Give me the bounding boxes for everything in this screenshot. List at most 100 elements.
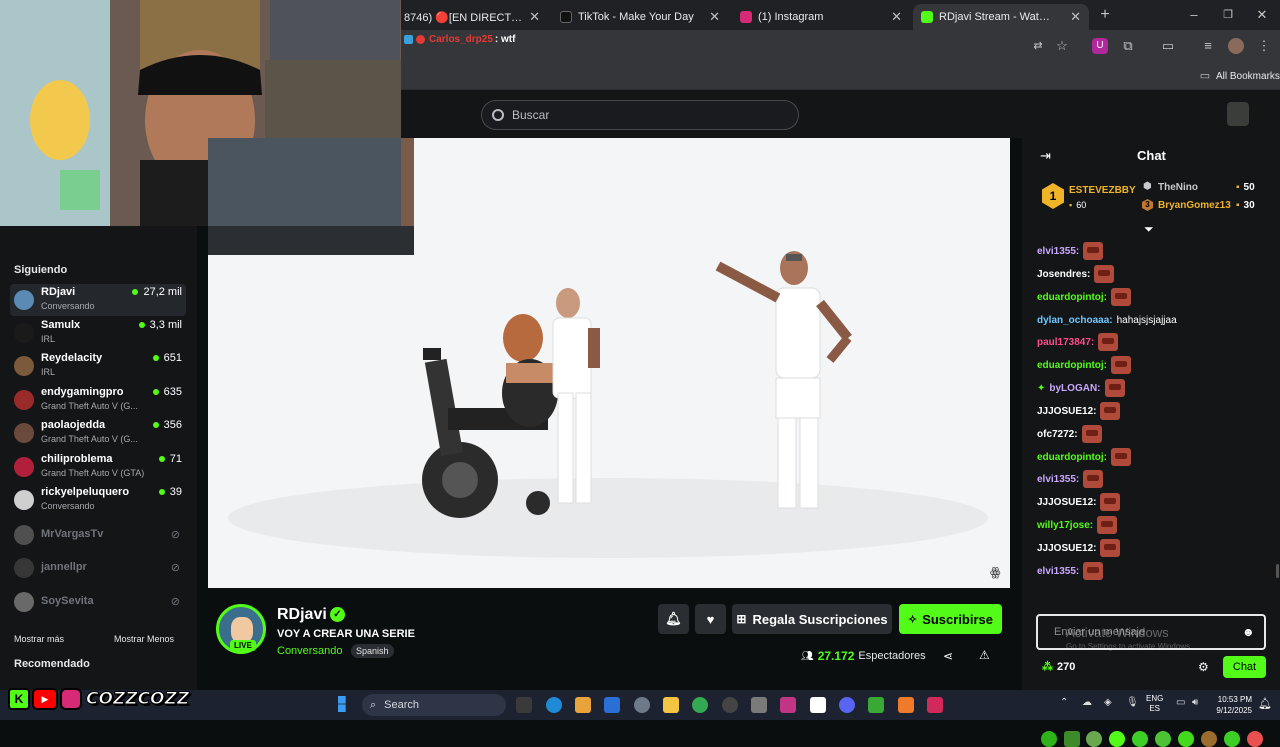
emoji-picker-icon[interactable]: ☻ [1242, 625, 1255, 639]
channel-points[interactable]: ⁂ 270 [1042, 660, 1075, 674]
leaderboard-3-name[interactable]: BryanGomez13 [1158, 200, 1231, 211]
media-icon[interactable]: ≡ [1200, 38, 1216, 54]
chat-username[interactable]: eduardopintoj: [1037, 452, 1107, 463]
input-language[interactable]: ENG ES [1146, 694, 1163, 714]
obs-icon[interactable] [722, 697, 738, 713]
tab-youtube[interactable]: 8746) 🔴[EN DIRECTO] - OVI vs B ✕ [396, 4, 548, 30]
store-icon[interactable] [604, 697, 620, 713]
close-tab-icon[interactable]: ✕ [1070, 9, 1081, 25]
close-window-icon[interactable]: ✕ [1254, 7, 1270, 23]
notification-bell-icon[interactable]: 🔔︎ [1258, 697, 1272, 710]
extensions-puzzle-icon[interactable]: ⧉ [1120, 38, 1136, 54]
stream-category[interactable]: Conversando [277, 645, 342, 657]
chat-filter-icon[interactable]: ⏷ [1144, 222, 1154, 237]
new-tab-icon[interactable]: + [1097, 7, 1113, 23]
chat-scrollbar[interactable] [1276, 564, 1279, 578]
windows-start-icon[interactable] [338, 696, 346, 712]
tab-tiktok[interactable]: TikTok - Make Your Day ✕ [552, 4, 728, 30]
chat-message-input[interactable]: Enviar un mensaje Activate Windows Go to… [1036, 614, 1266, 651]
settings-icon[interactable] [634, 697, 650, 713]
show-less-button[interactable]: Mostrar Menos [114, 634, 174, 644]
close-tab-icon[interactable]: ✕ [709, 9, 720, 25]
leaderboard-1-name[interactable]: ESTEVEZBBY [1069, 185, 1136, 196]
chat-username[interactable]: elvi1355: [1037, 246, 1079, 257]
gift-subs-button[interactable]: ⊞ Regala Suscripciones [732, 604, 892, 634]
chat-username[interactable]: elvi1355: [1037, 566, 1079, 577]
subscribe-button[interactable]: ✧ Suscribirse [899, 604, 1002, 634]
tiktok-app-icon[interactable] [927, 697, 943, 713]
copilot-icon[interactable] [575, 697, 591, 713]
network-icon[interactable]: ▭ [1176, 697, 1192, 713]
tab-instagram[interactable]: (1) Instagram ✕ [732, 4, 910, 30]
sidebar-channel-endygamingpro[interactable]: endygamingpro Grand Theft Auto V (G... 635 [10, 384, 186, 416]
user-avatar[interactable] [1227, 102, 1249, 126]
emote-8-icon[interactable] [1201, 731, 1217, 747]
chat-username[interactable]: Josendres: [1037, 269, 1090, 280]
chat-username[interactable]: elvi1355: [1037, 474, 1079, 485]
onedrive-icon[interactable]: ☁ [1082, 697, 1098, 713]
microphone-icon[interactable]: 🎙︎ [1126, 697, 1142, 713]
extension-u-icon[interactable]: U [1092, 38, 1108, 54]
bookmark-star-icon[interactable]: ☆ [1054, 38, 1070, 54]
report-warning-icon[interactable]: ⚠ [979, 648, 990, 662]
close-tab-icon[interactable]: ✕ [529, 9, 540, 25]
chat-username[interactable]: JJJOSUE12: [1037, 497, 1096, 508]
minecraft-icon[interactable] [868, 697, 884, 713]
emote-7-icon[interactable] [1178, 731, 1194, 747]
send-chat-button[interactable]: Chat [1223, 656, 1266, 678]
emote-4-icon[interactable] [1109, 731, 1125, 747]
chat-username[interactable]: ofc7272: [1037, 429, 1078, 440]
sidebar-offline-channel[interactable]: MrVargasTv ⊘ [10, 519, 186, 551]
language-tag[interactable]: Spanish [351, 644, 394, 658]
streamer-name[interactable]: RDjavi [277, 606, 327, 624]
emote-3-icon[interactable] [1086, 731, 1102, 747]
chat-username[interactable]: willy17jose: [1037, 520, 1093, 531]
more-menu-icon[interactable]: ⋮ [1256, 38, 1272, 54]
chat-username[interactable]: byLOGAN: [1049, 383, 1100, 394]
all-bookmarks-label[interactable]: All Bookmarks [1216, 71, 1280, 82]
instagram-app-icon[interactable] [780, 697, 796, 713]
collapse-chat-icon[interactable]: ⇥ [1040, 148, 1051, 164]
show-more-button[interactable]: Mostrar más [14, 634, 64, 644]
emote-5-icon[interactable] [1132, 731, 1148, 747]
app-a-icon[interactable] [898, 697, 914, 713]
sidebar-channel-samulx[interactable]: Samulx IRL 3,3 mil [10, 317, 186, 349]
notification-bell-button[interactable]: 🔔︎ [658, 604, 689, 634]
chat-username[interactable]: JJJOSUE12: [1037, 406, 1096, 417]
sidebar-channel-rickyelpeluquero[interactable]: rickyelpeluquero Conversando 39 [10, 484, 186, 516]
emote-10-icon[interactable] [1247, 731, 1263, 747]
cast-icon[interactable]: ▭ [1160, 38, 1176, 54]
chrome-icon[interactable] [692, 697, 708, 713]
close-tab-icon[interactable]: ✕ [891, 9, 902, 25]
profile-avatar-icon[interactable] [1228, 38, 1244, 54]
tab-kick-active[interactable]: RDjavi Stream - Watch Live on ✕ [913, 4, 1089, 30]
restore-icon[interactable]: ❐ [1220, 7, 1236, 23]
sidebar-channel-rdjavi[interactable]: RDjavi Conversando 27,2 mil [10, 284, 186, 316]
emote-6-icon[interactable] [1155, 731, 1171, 747]
chat-username[interactable]: paul173847: [1037, 337, 1094, 348]
chat-settings-gear-icon[interactable]: ⚙ [1198, 660, 1209, 674]
windows-security-icon[interactable]: ◈ [1104, 697, 1120, 713]
clock[interactable]: 10:53 PM 9/12/2025 [1208, 694, 1252, 716]
edge-icon[interactable] [546, 697, 562, 713]
snipping-tool-icon[interactable] [751, 697, 767, 713]
capcut-icon[interactable] [810, 697, 826, 713]
sidebar-channel-paolaojedda[interactable]: paolaojedda Grand Theft Auto V (G... 356 [10, 417, 186, 449]
chat-username[interactable]: JJJOSUE12: [1037, 543, 1096, 554]
emote-9-icon[interactable] [1224, 731, 1240, 747]
taskbar-search-box[interactable]: ⌕ Search [362, 694, 506, 716]
emote-2-icon[interactable] [1064, 731, 1080, 747]
follow-heart-button[interactable]: ♥ [695, 604, 726, 634]
emote-1-icon[interactable] [1041, 731, 1057, 747]
translate-icon[interactable]: ⇄ [1030, 38, 1046, 54]
chat-username[interactable]: eduardopintoj: [1037, 292, 1107, 303]
task-view-icon[interactable] [516, 697, 532, 713]
search-input[interactable]: Buscar [481, 100, 799, 130]
sidebar-channel-chiliproblema[interactable]: chiliproblema Grand Theft Auto V (GTA) 71 [10, 451, 186, 483]
chat-username[interactable]: dylan_ochoaaa: [1037, 315, 1113, 326]
leaderboard-2-name[interactable]: TheNino [1158, 182, 1198, 193]
file-explorer-icon[interactable] [663, 697, 679, 713]
sidebar-channel-reydelacity[interactable]: Reydelacity IRL 651 [10, 350, 186, 382]
discord-icon[interactable] [839, 697, 855, 713]
share-icon[interactable]: ⋖ [943, 649, 953, 663]
